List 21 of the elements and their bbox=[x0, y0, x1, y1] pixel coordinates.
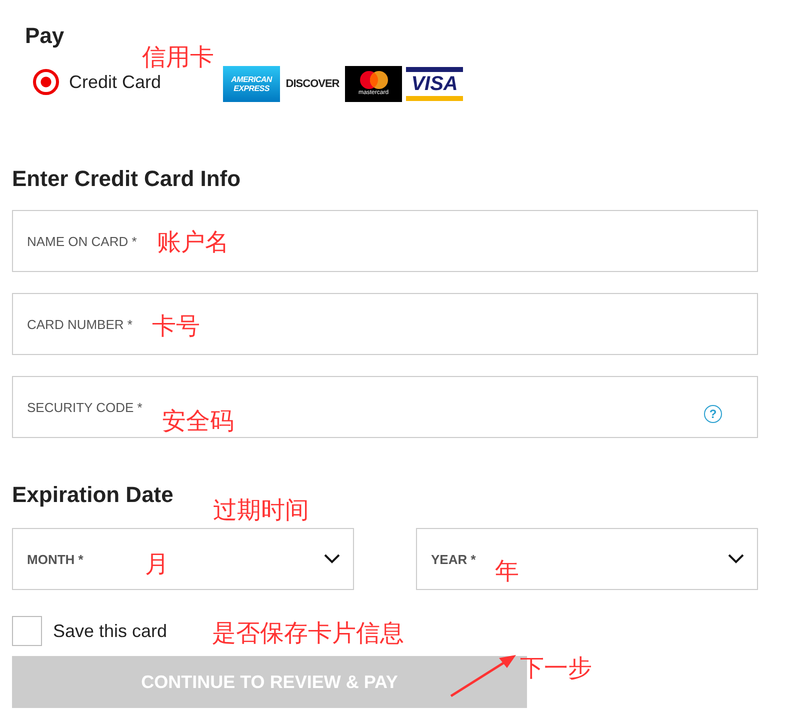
annotation-text: 信用卡 bbox=[142, 44, 214, 70]
card-logo: AMERICAN EXPRESS bbox=[223, 66, 280, 102]
radio-button[interactable] bbox=[33, 69, 59, 95]
annotation-text: 安全码 bbox=[162, 408, 234, 434]
annotation-text: 月 bbox=[145, 551, 169, 577]
annotation-text: 卡号 bbox=[152, 313, 200, 339]
card-logo: DISCOVER bbox=[284, 77, 340, 92]
pay-heading: Pay bbox=[25, 22, 64, 50]
chevron-down-icon bbox=[728, 554, 744, 564]
credit-card-label[interactable]: Credit Card bbox=[69, 72, 162, 92]
card-logo: VISA bbox=[406, 67, 464, 101]
annotation-arrow bbox=[449, 654, 519, 698]
save-card-label[interactable]: Save this card bbox=[53, 620, 168, 642]
checkbox[interactable] bbox=[12, 616, 42, 646]
section-heading: Expiration Date bbox=[12, 481, 174, 509]
annotation-text: 过期时间 bbox=[213, 497, 309, 523]
chevron-down-icon bbox=[324, 554, 340, 564]
annotation-text: 是否保存卡片信息 bbox=[212, 620, 404, 646]
annotation-text: 年 bbox=[495, 558, 519, 584]
annotation-text: 账户名 bbox=[157, 229, 229, 255]
section-heading: Enter Credit Card Info bbox=[12, 165, 241, 193]
